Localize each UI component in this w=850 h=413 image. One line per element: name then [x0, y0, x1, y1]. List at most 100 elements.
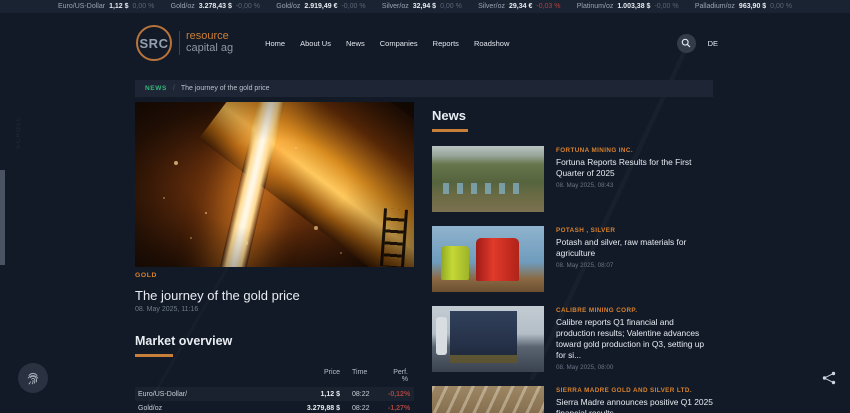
scroll-label: SCROLL — [16, 116, 22, 150]
news-item[interactable]: POTASH , SILVER Potash and silver, raw m… — [432, 226, 713, 292]
breadcrumb: NEWS / The journey of the gold price — [135, 80, 713, 97]
ticker-label: Platinum/oz — [576, 3, 614, 10]
news-category[interactable]: FORTUNA MINING INC. — [556, 147, 713, 154]
language-toggle[interactable]: DE — [708, 39, 718, 48]
price-ticker-bar: Euro/US-Dollar 1,12 $ 0,00 % Gold/oz 3.2… — [0, 0, 850, 13]
logo-text: resource capital ag — [179, 31, 234, 55]
price-value: 1,12 $ — [320, 390, 340, 398]
market-table: Price Time Perf. % Euro/US-Dollar/ 1,12 … — [135, 366, 414, 413]
market-table-body: Euro/US-Dollar/ 1,12 $ 08:22 -0,12% Gold… — [135, 387, 414, 413]
breadcrumb-section[interactable]: NEWS — [145, 85, 167, 92]
ticker-value: 2.919,49 € — [304, 3, 338, 10]
src-logo-icon: SRC — [136, 25, 172, 61]
perf-column-header: Perf. % — [393, 369, 408, 383]
instrument-label: Gold/oz — [138, 404, 163, 412]
article-column: GOLD The journey of the gold price 08. M… — [135, 102, 414, 413]
news-title[interactable]: Calibre reports Q1 financial and product… — [556, 317, 713, 361]
news-item-text: POTASH , SILVER Potash and silver, raw m… — [556, 226, 713, 292]
ticker-label: Gold/oz — [276, 3, 301, 10]
ticker-label: Silver/oz — [478, 3, 505, 10]
news-category[interactable]: SIERRA MADRE GOLD AND SILVER LTD. — [556, 387, 713, 394]
ticker-label: Euro/US-Dollar — [58, 3, 106, 10]
news-thumbnail[interactable] — [432, 226, 544, 292]
news-section-title: News — [432, 108, 466, 123]
ticker-change: -0,00 % — [654, 3, 679, 10]
news-title[interactable]: Potash and silver, raw materials for agr… — [556, 237, 713, 259]
fingerprint-button[interactable] — [18, 363, 48, 393]
ticker-value: 29,34 € — [509, 3, 533, 10]
news-item-text: SIERRA MADRE GOLD AND SILVER LTD. Sierra… — [556, 386, 713, 413]
nav-item[interactable]: About Us — [300, 39, 331, 48]
nav-item[interactable]: Reports — [433, 39, 459, 48]
news-title[interactable]: Fortuna Reports Results for the First Qu… — [556, 157, 713, 179]
article-title[interactable]: The journey of the gold price — [135, 288, 414, 303]
time-column-header: Time — [352, 369, 368, 376]
ticker-change: -0,00 % — [341, 3, 366, 10]
fingerprint-icon — [25, 370, 41, 386]
time-value: 08:22 — [352, 404, 370, 412]
logo[interactable]: SRC resource capital ag — [136, 25, 233, 61]
news-category[interactable]: CALIBRE MINING CORP. — [556, 307, 713, 314]
page: Euro/US-Dollar 1,12 $ 0,00 % Gold/oz 3.2… — [0, 0, 850, 413]
ticker-item[interactable]: Silver/oz 32,94 $ 0,00 % — [382, 3, 462, 10]
news-item[interactable]: FORTUNA MINING INC. Fortuna Reports Resu… — [432, 146, 713, 212]
ticker-label: Gold/oz — [170, 3, 195, 10]
share-icon — [821, 370, 837, 386]
ticker-label: Palladium/oz — [694, 3, 735, 10]
news-list: FORTUNA MINING INC. Fortuna Reports Resu… — [432, 146, 713, 413]
nav-item[interactable]: Home — [265, 39, 285, 48]
nav-item[interactable]: Companies — [380, 39, 418, 48]
ticker-value: 1.003,38 $ — [617, 3, 651, 10]
news-item-text: CALIBRE MINING CORP. Calibre reports Q1 … — [556, 306, 713, 372]
article-image-molten-gold[interactable] — [135, 102, 414, 267]
news-title-underline — [432, 129, 468, 132]
search-button[interactable] — [676, 33, 696, 53]
breadcrumb-separator: / — [172, 85, 175, 92]
ticker-change: -0,03 % — [536, 3, 561, 10]
ticker-item[interactable]: Gold/oz 2.919,49 € -0,00 % — [276, 3, 365, 10]
scrollbar-indicator[interactable] — [0, 170, 5, 265]
site-header: SRC resource capital ag Home About Us Ne… — [0, 13, 850, 73]
logo-abbr: SRC — [139, 35, 169, 51]
news-column: News FORTUNA MINING INC. Fortuna Reports… — [432, 108, 713, 413]
table-row[interactable]: Gold/oz 3.279,88 $ 2.916,27 € 08:22 -1,2… — [135, 401, 414, 413]
ticker-change: 0,00 % — [440, 3, 462, 10]
news-category[interactable]: POTASH , SILVER — [556, 227, 713, 234]
article-category[interactable]: GOLD — [135, 272, 414, 279]
news-item[interactable]: CALIBRE MINING CORP. Calibre reports Q1 … — [432, 306, 713, 372]
market-title-underline — [135, 354, 173, 357]
header-right: DE — [676, 33, 718, 53]
news-item-text: FORTUNA MINING INC. Fortuna Reports Resu… — [556, 146, 713, 212]
news-thumbnail[interactable] — [432, 306, 544, 372]
logo-line2: capital ag — [186, 42, 234, 54]
news-date: 08. May 2025, 08:43 — [556, 181, 614, 189]
perf-cell: -0,12% — [388, 391, 416, 398]
ticker-change: 0,00 % — [132, 3, 155, 10]
gold-pour-stream-shape — [217, 102, 289, 267]
ticker-item[interactable]: Silver/oz 29,34 € -0,03 % — [478, 3, 560, 10]
ticker-value: 32,94 $ — [412, 3, 437, 10]
breadcrumb-page: The journey of the gold price — [180, 85, 270, 92]
perf-value: -0,12% — [388, 390, 411, 398]
ticker-item[interactable]: Platinum/oz 1.003,38 $ -0,00 % — [577, 3, 679, 10]
ticker-value: 3.278,43 $ — [198, 3, 232, 10]
ticker-change: 0,00 % — [770, 3, 792, 10]
news-thumbnail[interactable] — [432, 386, 544, 413]
ticker-item[interactable]: Gold/oz 3.278,43 $ -0,00 % — [171, 3, 260, 10]
news-item[interactable]: SIERRA MADRE GOLD AND SILVER LTD. Sierra… — [432, 386, 713, 413]
news-date: 08. May 2025, 08:00 — [556, 363, 614, 371]
ticker-item[interactable]: Euro/US-Dollar 1,12 $ 0,00 % — [58, 3, 154, 10]
market-table-header: Price Time Perf. % — [135, 366, 414, 387]
search-icon — [681, 38, 691, 48]
share-button[interactable] — [817, 366, 841, 390]
news-thumbnail[interactable] — [432, 146, 544, 212]
crucible-shape — [198, 102, 414, 267]
nav-item[interactable]: Roadshow — [474, 39, 509, 48]
ticker-value: 1,12 $ — [109, 3, 129, 10]
nav-item[interactable]: News — [346, 39, 365, 48]
news-title[interactable]: Sierra Madre announces positive Q1 2025 … — [556, 397, 713, 413]
news-date: 08. May 2025, 08:07 — [556, 261, 614, 269]
table-row[interactable]: Euro/US-Dollar/ 1,12 $ 08:22 -0,12% — [135, 387, 414, 401]
ticker-item[interactable]: Palladium/oz 963,90 $ 0,00 % — [695, 3, 792, 10]
price-column-header: Price — [324, 369, 340, 376]
